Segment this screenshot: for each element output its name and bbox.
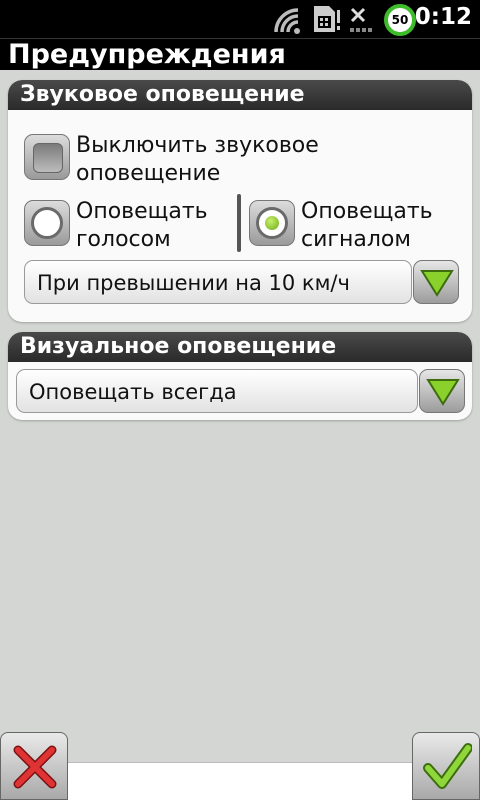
voice-alert-label: Оповещать голосом: [76, 198, 208, 254]
visual-alert-dropdown-button[interactable]: [419, 369, 465, 413]
battery-level: 50: [391, 13, 409, 27]
disable-sound-label: Выключить звуковое оповещение: [76, 132, 319, 188]
signal-alert-label: Оповещать сигналом: [301, 198, 433, 254]
sound-alert-panel: Звуковое оповещение Выключить звуковое о…: [8, 80, 472, 322]
title-bar: Предупреждения: [0, 38, 480, 70]
wifi-icon: [274, 8, 300, 34]
visual-alert-header: Визуальное оповещение: [8, 332, 472, 362]
cancel-button[interactable]: [0, 732, 68, 800]
signal-off-icon: [350, 7, 372, 32]
visual-alert-panel: Визуальное оповещение Оповещать всегда: [8, 332, 472, 420]
sound-alert-header: Звуковое оповещение: [8, 80, 472, 110]
voice-alert-radio[interactable]: Оповещать голосом: [24, 198, 229, 254]
confirm-button[interactable]: [412, 732, 480, 800]
disable-sound-label-line1: Выключить звуковое: [76, 133, 319, 158]
disable-sound-checkbox[interactable]: Выключить звуковое оповещение: [24, 132, 444, 188]
visual-alert-value: Оповещать всегда: [29, 380, 237, 404]
radio-signal[interactable]: [249, 200, 295, 246]
sim-icon: [314, 6, 340, 32]
status-clock: 0:12: [414, 4, 472, 30]
status-bar: 50 0:12: [0, 0, 480, 38]
page-title: Предупреждения: [8, 39, 286, 70]
bottom-bar-field: [68, 762, 412, 800]
speed-threshold-dropdown-button[interactable]: [413, 260, 459, 304]
disable-sound-label-line2: оповещение: [76, 161, 221, 186]
signal-label-line1: Оповещать: [301, 199, 433, 224]
confirm-icon: [423, 743, 472, 789]
radio-divider: [237, 194, 241, 252]
voice-label-line2: голосом: [76, 227, 171, 252]
dropdown-arrow-icon: [426, 379, 460, 406]
visual-alert-dropdown[interactable]: Оповещать всегда: [16, 369, 418, 413]
checkbox-box[interactable]: [24, 134, 70, 180]
speed-threshold-value: При превышении на 10 км/ч: [37, 271, 350, 295]
radio-selected-dot: [265, 216, 279, 230]
cancel-icon: [13, 745, 57, 789]
voice-label-line1: Оповещать: [76, 199, 208, 224]
signal-label-line2: сигналом: [301, 227, 411, 252]
dropdown-arrow-icon: [420, 270, 454, 297]
signal-alert-radio[interactable]: Оповещать сигналом: [249, 198, 459, 254]
speed-threshold-dropdown[interactable]: При превышении на 10 км/ч: [24, 260, 412, 304]
radio-voice[interactable]: [24, 200, 70, 246]
battery-icon: 50: [384, 4, 416, 36]
